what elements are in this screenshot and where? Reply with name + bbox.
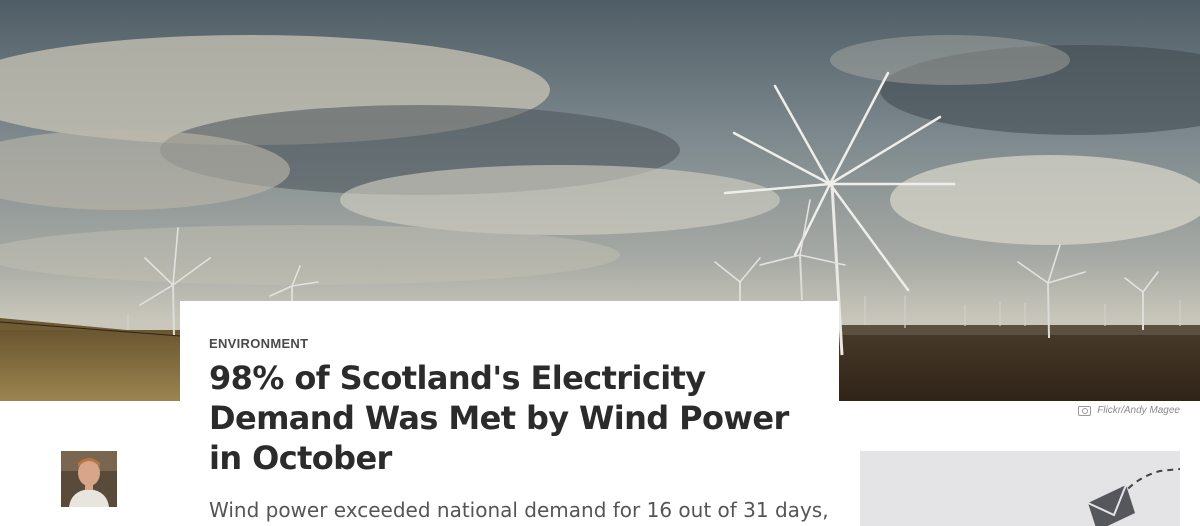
article-header: ENVIRONMENT 98% of Scotland's Electricit… xyxy=(180,301,839,526)
photo-credit: Flickr/Andy Magee xyxy=(1078,405,1180,416)
category-link[interactable]: ENVIRONMENT xyxy=(209,336,308,351)
article-headline: 98% of Scotland's Electricity Demand Was… xyxy=(209,359,789,477)
article-subhead: Wind power exceeded national demand for … xyxy=(209,498,829,522)
newsletter-box[interactable] xyxy=(860,451,1180,526)
author-avatar[interactable] xyxy=(61,451,117,507)
photo-credit-text: Flickr/Andy Magee xyxy=(1097,405,1180,416)
camera-icon xyxy=(1078,405,1092,416)
envelope-icon xyxy=(1087,484,1135,526)
